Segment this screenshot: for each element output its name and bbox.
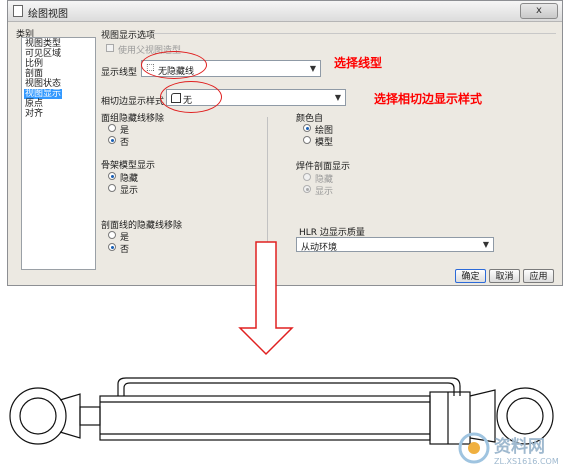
weld-show-radio[interactable] xyxy=(303,185,311,193)
color-from-model-label: 模型 xyxy=(315,138,334,148)
skeleton-show-label: 显示 xyxy=(120,186,139,196)
category-item-scale[interactable]: 比例 xyxy=(24,59,44,69)
group-title: 视图显示选项 xyxy=(101,31,156,41)
highlight-ellipse xyxy=(141,51,207,79)
close-button[interactable]: x xyxy=(520,3,558,19)
weld-show-label: 显示 xyxy=(315,187,334,197)
title-bar[interactable]: 绘图视图 x xyxy=(8,1,562,22)
line-style-label: 显示线型 xyxy=(101,68,138,78)
chevron-down-icon: ▼ xyxy=(334,93,341,102)
hlr-quality-dropdown[interactable]: 从动环境 ▼ xyxy=(296,237,494,253)
skeleton-show-radio[interactable] xyxy=(108,184,116,192)
watermark-brand: 资料网 xyxy=(494,437,545,457)
app-icon xyxy=(13,5,23,17)
section-hidden-removal-title: 剖面线的隐藏线移除 xyxy=(101,221,183,231)
group-divider xyxy=(153,33,556,34)
category-item-visible-area[interactable]: 可见区域 xyxy=(24,49,62,59)
skeleton-hide-radio[interactable] xyxy=(108,172,116,180)
category-item-section[interactable]: 剖面 xyxy=(24,69,44,79)
section-removal-yes-radio[interactable] xyxy=(108,231,116,239)
annotation-tangent-style: 选择相切边显示样式 xyxy=(374,92,483,106)
watermark: 资料网 ZL.XS1616.COM xyxy=(454,430,569,470)
category-item-view-display[interactable]: 视图显示 xyxy=(24,89,63,99)
watermark-logo-icon xyxy=(458,432,490,464)
section-removal-no-label: 否 xyxy=(120,245,130,255)
category-item-view-state[interactable]: 视图状态 xyxy=(24,79,62,89)
category-item-alignment[interactable]: 对齐 xyxy=(24,109,44,119)
cancel-button[interactable]: 取消 xyxy=(489,269,520,283)
color-from-model-radio[interactable] xyxy=(303,136,311,144)
hidden-line-removal-title: 面组隐藏线移除 xyxy=(101,114,165,124)
section-removal-no-radio[interactable] xyxy=(108,243,116,251)
skeleton-display-title: 骨架模型显示 xyxy=(101,161,156,171)
hidden-line-removal-no-radio[interactable] xyxy=(108,136,116,144)
use-parent-checkbox[interactable] xyxy=(106,44,114,52)
apply-button[interactable]: 应用 xyxy=(523,269,554,283)
hidden-line-removal-yes-radio[interactable] xyxy=(108,124,116,132)
weld-hide-radio[interactable] xyxy=(303,173,311,181)
annotation-line-style: 选择线型 xyxy=(334,56,383,70)
watermark-url: ZL.XS1616.COM xyxy=(494,457,559,466)
highlight-ellipse xyxy=(160,81,222,113)
hlr-quality-value: 从动环境 xyxy=(301,243,338,253)
weld-section-title: 焊件剖面显示 xyxy=(296,162,351,172)
category-item-view-type[interactable]: 视图类型 xyxy=(24,39,62,49)
hidden-line-removal-no-label: 否 xyxy=(120,138,130,148)
dialog-title: 绘图视图 xyxy=(28,9,68,20)
category-list: 视图类型 可见区域 比例 剖面 视图状态 视图显示 原点 对齐 xyxy=(21,37,96,270)
ok-button[interactable]: 确定 xyxy=(455,269,486,283)
category-item-origin[interactable]: 原点 xyxy=(24,99,44,109)
down-arrow-icon xyxy=(238,241,294,356)
tangent-label: 相切边显示样式 xyxy=(101,97,165,107)
chevron-down-icon: ▼ xyxy=(309,64,316,73)
color-from-drawing-radio[interactable] xyxy=(303,124,311,132)
chevron-down-icon: ▼ xyxy=(482,240,489,249)
